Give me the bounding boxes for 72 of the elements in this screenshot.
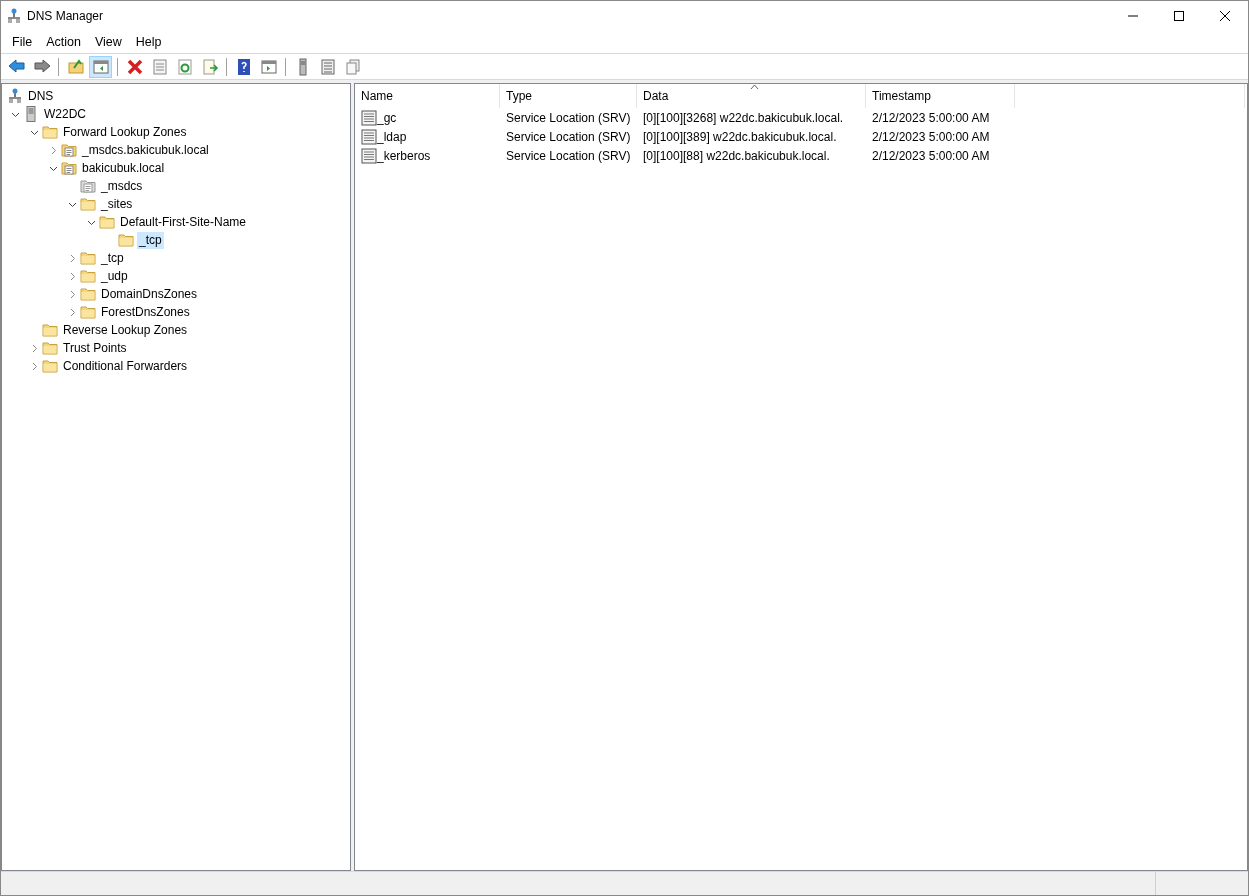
record-name[interactable]: _ldap [377, 127, 407, 146]
tree-pane-button[interactable] [89, 55, 112, 78]
tree-item[interactable]: _udp [99, 267, 130, 285]
record-icon [361, 109, 377, 126]
tree-item[interactable]: _tcp [137, 231, 164, 249]
menu-item[interactable]: Help [128, 30, 169, 54]
tree-item[interactable]: _msdcs.bakicubuk.local [80, 141, 211, 159]
table-cell-text: 2/12/2023 5:00:00 AM [872, 109, 990, 127]
tree-item[interactable]: DNS [26, 87, 56, 105]
maximize-icon [1174, 11, 1184, 21]
folder-icon [42, 124, 58, 140]
copy-icon [343, 57, 362, 76]
table-cell-text: Service Location (SRV) [506, 128, 631, 146]
table-cell-text: 2/12/2023 5:00:00 AM [872, 147, 990, 165]
column-header[interactable]: Timestamp [866, 84, 1015, 108]
zone-icon [80, 178, 96, 194]
folder-icon [80, 304, 96, 320]
tree-item[interactable]: bakicubuk.local [80, 159, 167, 177]
record-icon [361, 147, 377, 164]
table-cell-text: [0][100][88] w22dc.bakicubuk.local. [643, 147, 830, 165]
tree-item[interactable]: DomainDnsZones [99, 285, 200, 303]
column-header[interactable]: Name [355, 84, 500, 108]
dns-icon [7, 88, 23, 104]
folder-up-icon [66, 57, 85, 76]
export-list-icon [200, 57, 219, 76]
tree-item[interactable]: Default-First-Site-Name [118, 213, 249, 231]
window-title: DNS Manager [27, 8, 104, 25]
record-name[interactable]: _gc [377, 108, 397, 127]
record-icon [361, 128, 377, 145]
menu-item[interactable]: View [87, 30, 129, 54]
server-icon [23, 106, 39, 122]
delete-icon [125, 57, 144, 76]
tree-item[interactable]: Conditional Forwarders [61, 357, 190, 375]
folder-icon [42, 322, 58, 338]
table-cell-text: [0][100][3268] w22dc.bakicubuk.local. [643, 109, 844, 127]
list-icon [318, 57, 337, 76]
zone-icon [61, 142, 77, 158]
table-cell-text: 2/12/2023 5:00:00 AM [872, 128, 990, 146]
record-name[interactable]: _kerberos [377, 146, 431, 165]
sort-indicator-icon [750, 84, 759, 90]
table-cell-text: Service Location (SRV) [506, 147, 631, 165]
folder-icon [80, 286, 96, 302]
close-icon [1220, 11, 1230, 21]
dns-app-icon [7, 8, 21, 24]
folder-icon [80, 250, 96, 266]
tree-item[interactable]: _sites [99, 195, 135, 213]
properties-icon [150, 57, 169, 76]
tree-item[interactable]: W22DC [42, 105, 88, 123]
tree-item[interactable]: Forward Lookup Zones [61, 123, 189, 141]
refresh-icon [175, 57, 194, 76]
tree-item[interactable]: _msdcs [99, 177, 145, 195]
tree-item[interactable]: _tcp [99, 249, 126, 267]
tree-item[interactable]: ForestDnsZones [99, 303, 192, 321]
menu-item[interactable]: File [5, 30, 40, 54]
tree-pane-icon [91, 57, 110, 76]
tree-item[interactable]: Reverse Lookup Zones [61, 321, 190, 339]
folder-icon [118, 232, 134, 248]
column-header[interactable]: Type [500, 84, 637, 108]
tree-item[interactable]: Trust Points [61, 339, 129, 357]
table-cell-text: Service Location (SRV) [506, 109, 631, 127]
zone-icon [61, 160, 77, 176]
forward-arrow-icon [32, 57, 51, 76]
folder-icon [99, 214, 115, 230]
folder-icon [42, 358, 58, 374]
folder-icon [80, 196, 96, 212]
column-header[interactable]: Data [637, 84, 866, 108]
back-arrow-icon [7, 57, 26, 76]
table-cell-text: [0][100][389] w22dc.bakicubuk.local. [643, 128, 837, 146]
action-pane-icon [259, 57, 278, 76]
folder-icon [80, 268, 96, 284]
folder-icon [42, 340, 58, 356]
menu-item[interactable]: Action [39, 30, 88, 54]
